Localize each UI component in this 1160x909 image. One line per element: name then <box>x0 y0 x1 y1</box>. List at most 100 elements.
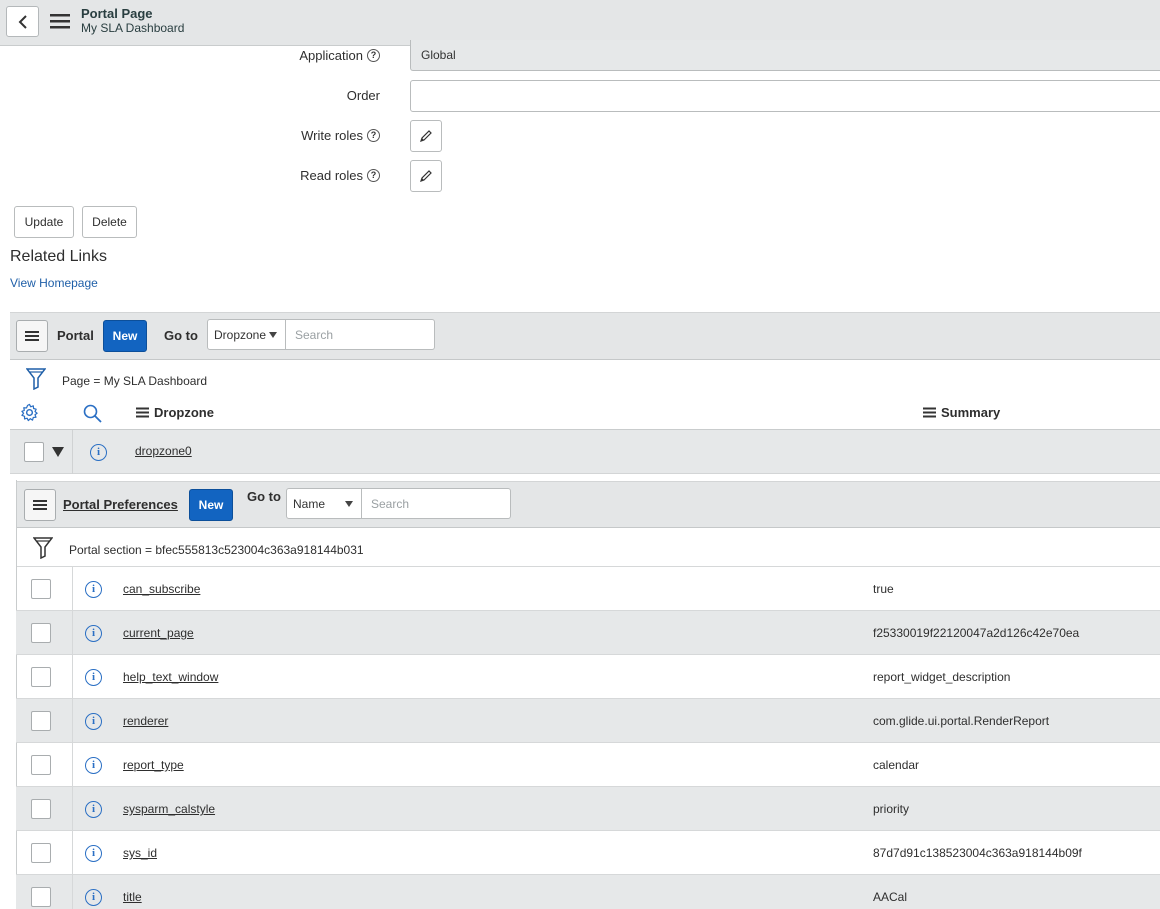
update-button[interactable]: Update <box>14 206 74 238</box>
column-header-summary[interactable]: Summary <box>923 405 1000 420</box>
table-row: i help_text_window report_widget_descrip… <box>16 655 1160 699</box>
help-circle-icon[interactable]: ? <box>367 129 380 142</box>
hamburger-menu-icon[interactable] <box>50 13 70 32</box>
help-circle-icon[interactable]: ? <box>367 169 380 182</box>
hamburger-menu-icon[interactable] <box>923 407 936 418</box>
row-checkbox[interactable] <box>31 579 51 599</box>
pencil-icon <box>420 130 432 142</box>
prefs-new-button[interactable]: New <box>189 489 233 521</box>
prefs-filter-breadcrumb[interactable]: Portal section = bfec555813c523004c363a9… <box>69 543 364 557</box>
row-divider <box>72 567 73 610</box>
info-circle-icon[interactable]: i <box>85 801 102 818</box>
delete-button[interactable]: Delete <box>82 206 137 238</box>
read-roles-edit-button[interactable] <box>410 160 442 192</box>
pref-name-link[interactable]: report_type <box>123 758 184 772</box>
prefs-goto-label: Go to <box>247 489 281 504</box>
view-homepage-link[interactable]: View Homepage <box>10 276 98 290</box>
prefs-search-input[interactable] <box>362 488 511 519</box>
info-circle-icon[interactable]: i <box>85 757 102 774</box>
application-label-text: Application <box>299 48 363 63</box>
pref-name-link[interactable]: current_page <box>123 626 194 640</box>
hamburger-menu-icon <box>33 500 47 510</box>
pencil-icon <box>420 170 432 182</box>
row-divider <box>72 430 73 474</box>
read-roles-label-text: Read roles <box>300 168 363 183</box>
portal-list-menu-button[interactable] <box>16 320 48 352</box>
hamburger-menu-icon[interactable] <box>136 407 149 418</box>
funnel-icon[interactable] <box>26 368 46 390</box>
portal-new-button[interactable]: New <box>103 320 147 352</box>
pref-name-link[interactable]: sysparm_calstyle <box>123 802 215 816</box>
application-label: Application ? <box>299 48 380 63</box>
form-title: Portal Page <box>81 6 153 21</box>
pref-value: true <box>873 582 894 596</box>
pref-name-link[interactable]: sys_id <box>123 846 157 860</box>
row-divider <box>72 743 73 786</box>
row-divider <box>72 875 73 909</box>
portal-goto-select[interactable]: Dropzone <box>207 319 286 350</box>
pref-value: f25330019f22120047a2d126c42e70ea <box>873 626 1080 640</box>
prefs-list-menu-button[interactable] <box>24 489 56 521</box>
row-checkbox[interactable] <box>31 667 51 687</box>
form-subtitle: My SLA Dashboard <box>81 21 185 35</box>
info-circle-icon[interactable]: i <box>85 669 102 686</box>
row-checkbox[interactable] <box>24 442 44 462</box>
column-header-dropzone[interactable]: Dropzone <box>136 405 214 420</box>
prefs-goto-select[interactable]: Name <box>286 488 362 519</box>
portal-search-input[interactable] <box>286 319 435 350</box>
table-row: i title AACal <box>16 875 1160 909</box>
pref-name-link[interactable]: title <box>123 890 142 904</box>
row-checkbox[interactable] <box>31 799 51 819</box>
pref-name-link[interactable]: help_text_window <box>123 670 218 684</box>
triangle-down-icon <box>345 501 353 507</box>
funnel-icon[interactable] <box>33 537 53 559</box>
portal-filter-breadcrumb[interactable]: Page = My SLA Dashboard <box>62 374 207 388</box>
portal-list-title: Portal <box>57 328 94 343</box>
info-circle-icon[interactable]: i <box>85 889 102 906</box>
triangle-down-icon[interactable] <box>52 447 64 457</box>
magnifier-icon[interactable] <box>83 404 102 423</box>
info-circle-icon[interactable]: i <box>85 581 102 598</box>
info-circle-icon[interactable]: i <box>90 444 107 461</box>
prefs-goto-select-value: Name <box>293 497 326 511</box>
gear-icon[interactable] <box>20 403 39 422</box>
pref-name-link[interactable]: renderer <box>123 714 168 728</box>
row-checkbox[interactable] <box>31 711 51 731</box>
pref-value: report_widget_description <box>873 670 1011 684</box>
column-header-dropzone-label: Dropzone <box>154 405 214 420</box>
write-roles-edit-button[interactable] <box>410 120 442 152</box>
order-label-text: Order <box>346 88 380 103</box>
write-roles-label-text: Write roles <box>301 128 363 143</box>
table-row: i can_subscribe true <box>16 567 1160 611</box>
order-input[interactable] <box>410 80 1160 112</box>
info-circle-icon[interactable]: i <box>85 625 102 642</box>
back-button[interactable] <box>6 6 39 37</box>
pref-name-link[interactable]: can_subscribe <box>123 582 200 596</box>
row-checkbox[interactable] <box>31 843 51 863</box>
application-field: Global <box>410 40 1160 71</box>
row-divider <box>72 787 73 830</box>
order-label: Order <box>347 88 380 103</box>
row-checkbox[interactable] <box>31 887 51 907</box>
read-roles-label: Read roles ? <box>300 168 380 183</box>
related-links-heading: Related Links <box>10 248 107 265</box>
table-row: i sys_id 87d7d91c138523004c363a918144b09… <box>16 831 1160 875</box>
pref-value: priority <box>873 802 910 816</box>
pref-value: com.glide.ui.portal.RenderReport <box>873 714 1050 728</box>
pref-value: calendar <box>873 758 920 772</box>
pref-value: AACal <box>873 890 908 904</box>
info-circle-icon[interactable]: i <box>85 845 102 862</box>
row-checkbox[interactable] <box>31 623 51 643</box>
dropzone-link[interactable]: dropzone0 <box>135 444 192 458</box>
application-value: Global <box>421 48 456 62</box>
row-checkbox[interactable] <box>31 755 51 775</box>
table-row: i sysparm_calstyle priority <box>16 787 1160 831</box>
row-divider <box>72 831 73 874</box>
pref-value: 87d7d91c138523004c363a918144b09f <box>873 846 1082 860</box>
info-circle-icon[interactable]: i <box>85 713 102 730</box>
prefs-list-title[interactable]: Portal Preferences <box>63 497 178 512</box>
row-divider <box>72 655 73 698</box>
help-circle-icon[interactable]: ? <box>367 49 380 62</box>
row-divider <box>72 611 73 654</box>
triangle-down-icon <box>269 332 277 338</box>
